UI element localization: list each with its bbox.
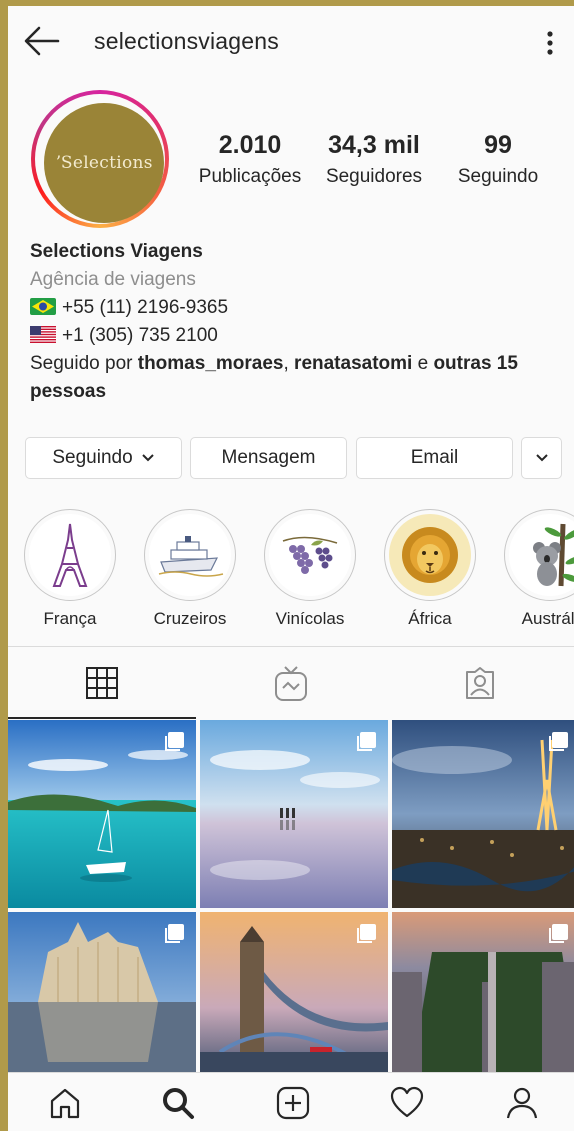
add-post-icon [276, 1086, 310, 1120]
multiple-photos-icon [165, 732, 184, 751]
igtv-icon [275, 666, 307, 701]
avatar[interactable]: ʼSelections [44, 103, 164, 223]
profile-tabs [8, 646, 574, 719]
following-button[interactable]: Seguindo [25, 437, 182, 479]
home-icon [50, 1088, 80, 1119]
chevron-down-icon [535, 454, 548, 462]
highlight-cruzeiros[interactable]: Cruzeiros [135, 509, 245, 629]
highlight-label: Austráli [521, 609, 574, 628]
grid-icon [86, 667, 118, 699]
posts-count[interactable]: 2.010 Publicações [185, 131, 315, 188]
phone-line-br: +55 (11) 2196-9365 [30, 294, 566, 322]
email-button-label: Email [410, 447, 459, 468]
koala-icon [533, 523, 574, 587]
multiple-photos-icon [549, 924, 568, 943]
back-arrow-icon[interactable] [22, 24, 62, 58]
followed-separator: , [283, 353, 295, 374]
followers-count[interactable]: 34,3 mil Seguidores [309, 131, 439, 188]
following-button-label: Seguindo [52, 447, 133, 468]
followed-user-link[interactable]: renatasatomi [294, 353, 412, 374]
following-count-value: 99 [484, 131, 512, 159]
followed-by-text: Seguido por thomas_moraes, renatasatomi … [30, 350, 566, 406]
highlight-label: África [408, 609, 452, 628]
message-button[interactable]: Mensagem [190, 437, 347, 479]
profile-username: selectionsviagens [94, 28, 279, 54]
email-button[interactable]: Email [356, 437, 513, 479]
highlight-label: França [43, 609, 97, 628]
tab-posts-grid[interactable] [8, 647, 196, 719]
nav-home[interactable] [45, 1083, 85, 1123]
multiple-photos-icon [357, 924, 376, 943]
followed-user-link[interactable]: thomas_moraes [138, 353, 284, 374]
bottom-navigation [8, 1072, 574, 1131]
following-count-label: Seguindo [457, 166, 539, 187]
profile-icon [506, 1087, 538, 1119]
highlight-label: Cruzeiros [153, 609, 227, 628]
multiple-photos-icon [165, 924, 184, 943]
phone-line-us: +1 (305) 735 2100 [30, 322, 566, 350]
avatar-logo-text: ʼSelections [55, 153, 153, 173]
cruise-ship-icon [158, 536, 224, 577]
chevron-down-icon [141, 454, 154, 462]
suggested-accounts-button[interactable] [521, 437, 562, 479]
brazil-flag-icon [30, 298, 56, 315]
usa-flag-icon [30, 326, 56, 343]
grid-post-salt-flat[interactable] [200, 720, 388, 908]
grid-post-catamaran[interactable] [8, 720, 196, 908]
followed-by-prefix: Seguido por [30, 353, 138, 374]
message-button-label: Mensagem [221, 447, 316, 468]
instagram-profile-screen: selectionsviagens ʼSelections 2.010 Publ… [8, 6, 574, 1131]
highlight-label: Vinícolas [275, 609, 345, 628]
multiple-photos-icon [549, 732, 568, 751]
tagged-icon [466, 667, 494, 699]
nav-profile[interactable] [502, 1083, 542, 1123]
following-count[interactable]: 99 Seguindo [433, 131, 563, 188]
followed-and: e [412, 353, 434, 374]
profile-display-name: Selections Viagens [30, 241, 203, 262]
grid-post-paris[interactable] [392, 720, 574, 908]
phone-us[interactable]: +1 (305) 735 2100 [62, 325, 218, 346]
grapes-icon [282, 536, 338, 574]
highlight-australia[interactable]: Austráli [495, 509, 574, 629]
nav-search[interactable] [158, 1083, 198, 1123]
posts-count-value: 2.010 [218, 131, 282, 159]
lion-icon [402, 527, 458, 583]
more-options-icon[interactable] [540, 26, 560, 60]
nav-activity[interactable] [387, 1083, 427, 1123]
highlight-africa[interactable]: África [375, 509, 485, 629]
nav-new-post[interactable] [273, 1083, 313, 1123]
phone-br[interactable]: +55 (11) 2196-9365 [62, 297, 228, 318]
highlight-franca[interactable]: França [15, 509, 125, 629]
search-icon [163, 1088, 194, 1119]
highlight-vinicolas[interactable]: Vinícolas [255, 509, 365, 629]
followers-count-value: 34,3 mil [328, 131, 420, 159]
tab-igtv[interactable] [197, 647, 385, 719]
active-tab-indicator [8, 717, 196, 719]
tab-tagged[interactable] [386, 647, 574, 719]
story-ring[interactable]: ʼSelections [31, 90, 169, 228]
multiple-photos-icon [357, 732, 376, 751]
posts-count-label: Publicações [198, 166, 302, 187]
profile-category: Agência de viagens [30, 269, 196, 290]
profile-bio: Selections Viagens Agência de viagens +5… [30, 238, 566, 406]
activity-heart-icon [390, 1086, 424, 1118]
followers-count-label: Seguidores [325, 166, 423, 187]
eiffel-tower-icon [52, 523, 88, 587]
